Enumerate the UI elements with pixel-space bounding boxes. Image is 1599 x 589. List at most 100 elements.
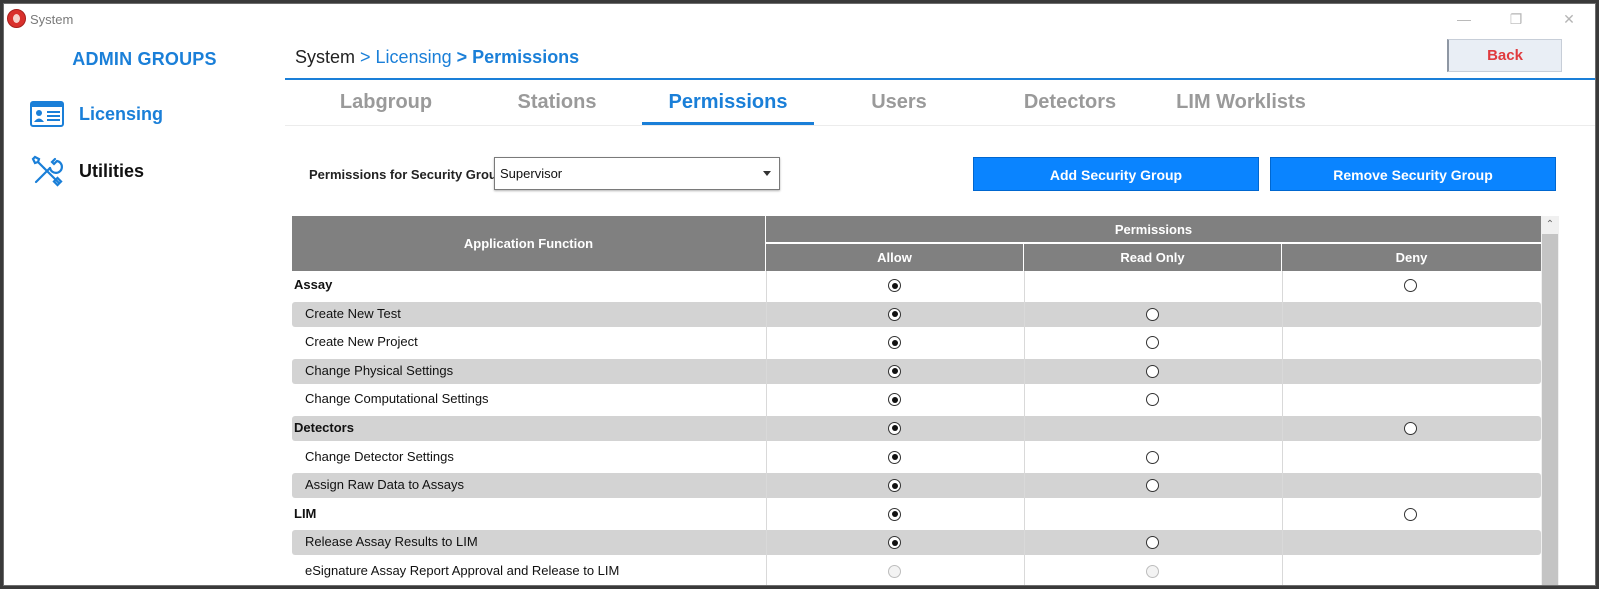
page-header: System > Licensing > Permissions Back xyxy=(285,35,1595,80)
breadcrumb: System > Licensing > Permissions xyxy=(295,47,579,68)
tab-stations[interactable]: Stations xyxy=(471,91,643,125)
tab-labgroup[interactable]: Labgroup xyxy=(300,91,472,125)
security-group-value: Supervisor xyxy=(500,166,563,181)
column-divider xyxy=(766,385,767,414)
dropdown-caret-icon xyxy=(763,171,771,176)
tab-lim-worklists[interactable]: LIM Worklists xyxy=(1155,91,1327,125)
table-row: LIM xyxy=(292,499,1541,529)
restore-button[interactable]: ❐ xyxy=(1496,7,1536,31)
function-name: Detectors xyxy=(294,419,354,435)
function-name: Change Computational Settings xyxy=(305,391,489,407)
tab-permissions[interactable]: Permissions xyxy=(642,91,814,125)
tab-users[interactable]: Users xyxy=(813,91,985,125)
sidebar: ADMIN GROUPS Licensing Utilities xyxy=(4,35,285,585)
column-divider xyxy=(1024,271,1025,300)
column-divider xyxy=(1282,328,1283,357)
minimize-button[interactable]: — xyxy=(1444,7,1484,31)
row-background xyxy=(292,301,1541,327)
column-divider xyxy=(1024,556,1025,585)
function-name: eSignature Assay Report Approval and Rel… xyxy=(305,562,620,578)
column-header-permissions: Permissions xyxy=(766,216,1541,243)
remove-security-group-button[interactable]: Remove Security Group xyxy=(1270,157,1556,191)
column-divider xyxy=(1282,413,1283,443)
table-body: Assay Create New Test Create New Project Ch… xyxy=(292,271,1541,585)
table-row: eSignature Assay Report Approval and Rel… xyxy=(292,556,1541,585)
function-name: Release Assay Results to LIM xyxy=(305,534,478,550)
column-divider xyxy=(1282,471,1283,500)
function-name: Create New Project xyxy=(305,334,418,350)
column-divider xyxy=(1024,328,1025,357)
deny-radio[interactable] xyxy=(1404,507,1417,521)
allow-radio[interactable] xyxy=(888,421,901,435)
deny-radio[interactable] xyxy=(1404,421,1417,435)
breadcrumb-current: Permissions xyxy=(472,47,580,67)
column-divider xyxy=(766,556,767,585)
read-only-radio[interactable] xyxy=(1146,336,1159,350)
breadcrumb-root[interactable]: System xyxy=(295,47,355,67)
security-group-select[interactable]: Supervisor xyxy=(494,157,780,190)
column-divider xyxy=(1024,471,1025,500)
column-divider xyxy=(766,442,767,472)
tab-detectors[interactable]: Detectors xyxy=(984,91,1156,125)
add-security-group-button[interactable]: Add Security Group xyxy=(973,157,1259,191)
window-title: System xyxy=(30,12,74,27)
breadcrumb-separator: > xyxy=(456,47,473,67)
allow-radio[interactable] xyxy=(888,450,901,464)
id-card-icon xyxy=(29,97,65,131)
column-divider xyxy=(1282,556,1283,585)
column-divider xyxy=(766,413,767,443)
back-button[interactable]: Back xyxy=(1447,39,1562,72)
column-divider xyxy=(766,299,767,329)
column-divider xyxy=(766,271,767,300)
function-name: Assay xyxy=(294,277,333,292)
column-divider xyxy=(1024,385,1025,414)
allow-radio[interactable] xyxy=(888,364,901,378)
row-background xyxy=(292,358,1541,384)
row-background xyxy=(292,473,1541,499)
column-divider xyxy=(766,528,767,557)
breadcrumb-separator: > xyxy=(360,47,376,67)
column-divider xyxy=(1024,528,1025,557)
column-divider xyxy=(1024,442,1025,472)
read-only-radio[interactable] xyxy=(1146,364,1159,378)
scroll-thumb[interactable] xyxy=(1542,234,1558,585)
allow-radio[interactable] xyxy=(888,307,901,321)
column-divider xyxy=(766,328,767,357)
sidebar-item-licensing[interactable]: Licensing xyxy=(29,96,279,132)
allow-radio[interactable] xyxy=(888,507,901,521)
column-header-deny: Deny xyxy=(1282,244,1541,271)
function-name: Create New Test xyxy=(305,305,401,321)
column-divider xyxy=(1282,299,1283,329)
column-header-function: Application Function xyxy=(292,216,766,271)
allow-radio[interactable] xyxy=(888,393,901,407)
deny-radio[interactable] xyxy=(1404,279,1417,292)
sidebar-item-label: Utilities xyxy=(79,160,145,181)
column-divider xyxy=(766,356,767,386)
table-row: Detectors xyxy=(292,413,1541,443)
column-divider xyxy=(1024,499,1025,529)
column-divider xyxy=(766,499,767,529)
column-divider xyxy=(1282,271,1283,300)
row-background xyxy=(292,530,1541,556)
column-divider xyxy=(1282,528,1283,557)
column-divider xyxy=(766,471,767,500)
column-header-read-only: Read Only xyxy=(1024,244,1282,271)
table-row: Assign Raw Data to Assays xyxy=(292,471,1541,500)
security-group-label: Permissions for Security Group xyxy=(309,167,505,182)
read-only-radio[interactable] xyxy=(1146,450,1159,464)
table-scrollbar[interactable]: ⌃ xyxy=(1541,216,1559,585)
sidebar-item-label: Licensing xyxy=(79,103,164,124)
permissions-table: Application Function Permissions Allow R… xyxy=(292,216,1541,585)
allow-radio[interactable] xyxy=(888,279,901,292)
sidebar-item-utilities[interactable]: Utilities xyxy=(29,153,279,189)
breadcrumb-licensing[interactable]: Licensing xyxy=(376,47,452,67)
close-button[interactable]: ✕ xyxy=(1549,7,1589,31)
read-only-radio[interactable] xyxy=(1146,307,1159,321)
column-divider xyxy=(1282,385,1283,414)
column-divider xyxy=(1024,299,1025,329)
allow-radio[interactable] xyxy=(888,336,901,350)
sidebar-title: ADMIN GROUPS xyxy=(72,49,217,69)
scroll-up-arrow-icon[interactable]: ⌃ xyxy=(1541,216,1559,233)
read-only-radio[interactable] xyxy=(1146,393,1159,407)
table-row: Create New Test xyxy=(292,299,1541,329)
